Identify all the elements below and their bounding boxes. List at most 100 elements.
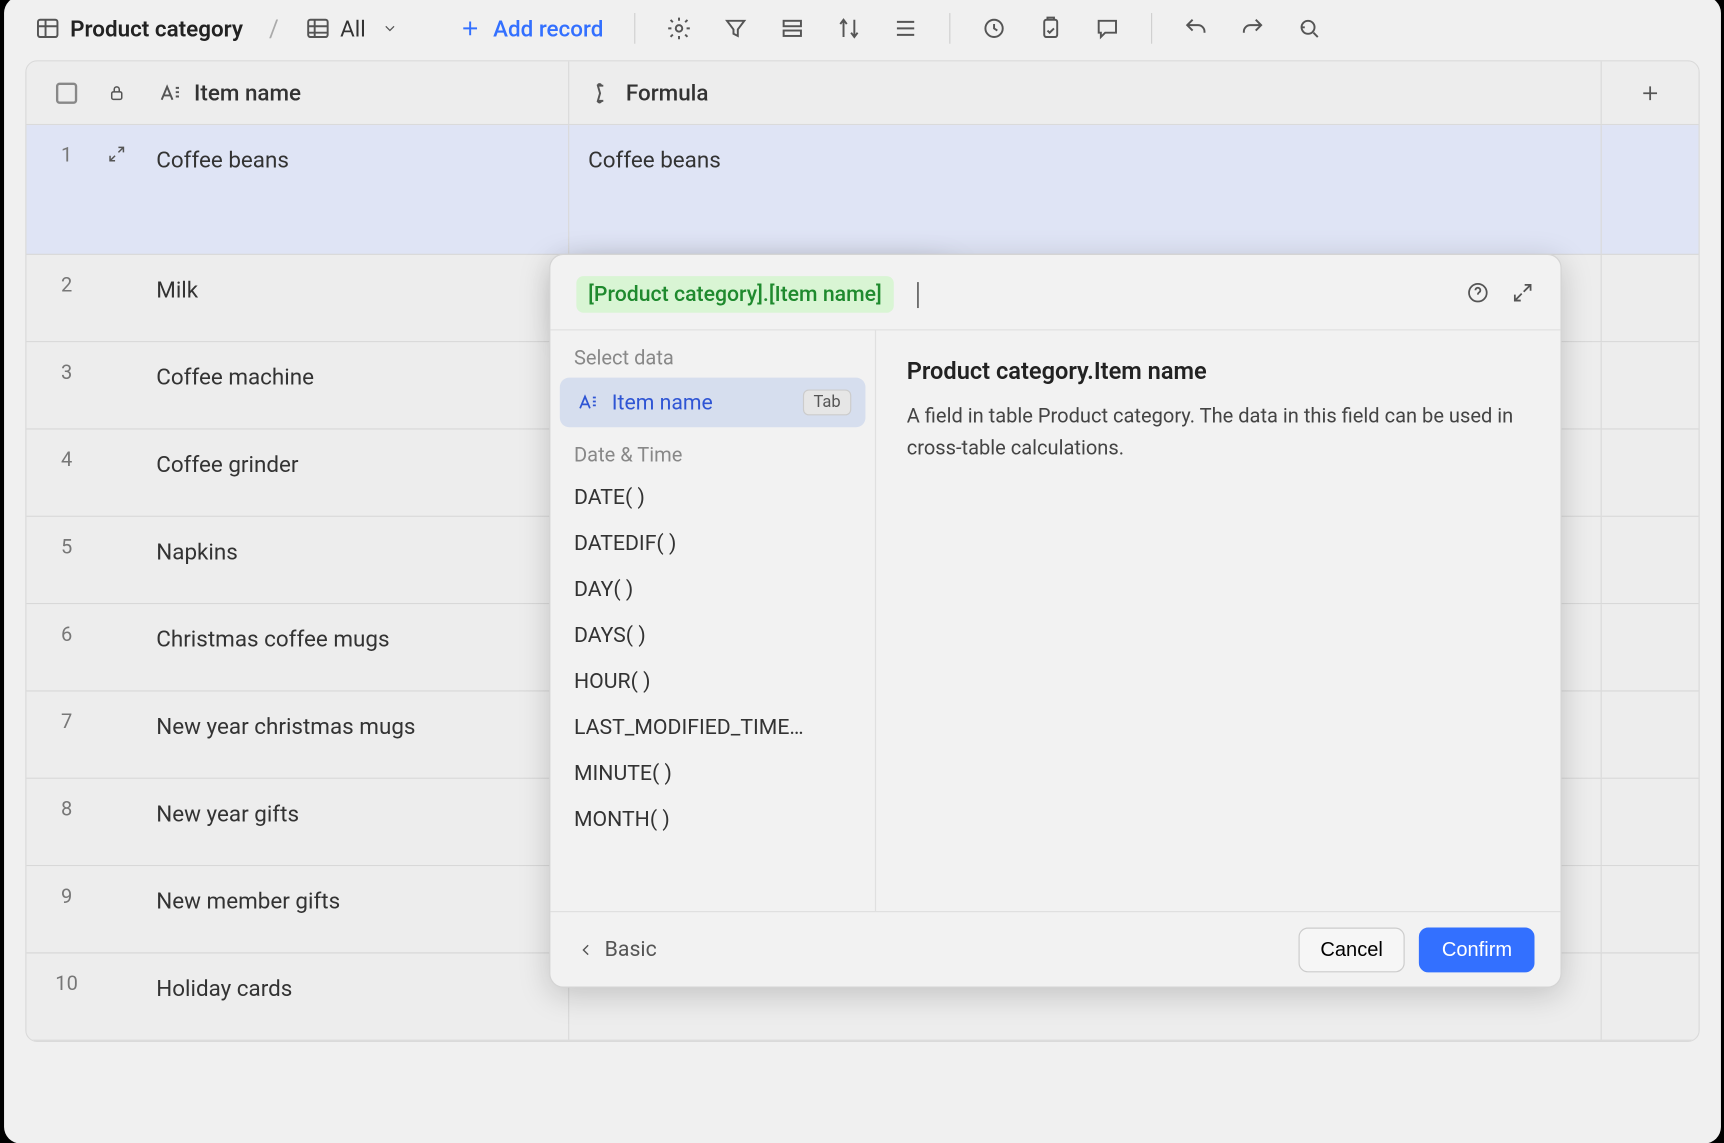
expand-row-button: [106, 255, 156, 341]
breadcrumb-separator: /: [264, 14, 283, 42]
cell-item-name[interactable]: Coffee machine: [156, 342, 569, 428]
add-column-button[interactable]: [1601, 61, 1698, 124]
formula-picker-list[interactable]: Select data Item name Tab Date & Time DA…: [550, 330, 876, 911]
cell-spacer: [1601, 779, 1698, 865]
filter-button[interactable]: [713, 8, 758, 48]
cell-spacer: [1601, 342, 1698, 428]
formula-input-row: [Product category].[Item name]: [550, 255, 1560, 329]
expand-icon: [106, 144, 126, 164]
gear-icon: [665, 15, 691, 41]
cancel-button[interactable]: Cancel: [1297, 927, 1404, 972]
lock-indicator: [106, 61, 156, 124]
filter-icon: [722, 15, 748, 41]
settings-button[interactable]: [656, 8, 701, 48]
picker-item-function[interactable]: DAY( ): [550, 566, 875, 612]
expand-row-button: [106, 779, 156, 865]
row-height-button[interactable]: [883, 8, 928, 48]
text-cursor: [917, 281, 918, 307]
toolbar-divider: [949, 13, 950, 44]
table-title: Product category: [70, 15, 243, 42]
chevron-down-icon: [377, 15, 403, 41]
view-label: All: [340, 15, 366, 42]
row-height-icon: [892, 15, 918, 41]
cell-item-name[interactable]: Napkins: [156, 517, 569, 603]
cell-item-name[interactable]: New year gifts: [156, 779, 569, 865]
cell-spacer: [1601, 255, 1698, 341]
select-all-cell[interactable]: [26, 61, 106, 124]
cell-spacer: [1601, 125, 1698, 254]
cell-item-name[interactable]: Christmas coffee mugs: [156, 604, 569, 690]
expand-button[interactable]: [1510, 280, 1534, 308]
expand-row-button: [106, 954, 156, 1040]
formula-detail-panel: Product category.Item name A field in ta…: [876, 330, 1560, 911]
help-button[interactable]: [1466, 280, 1490, 308]
reminder-button[interactable]: [971, 8, 1016, 48]
expand-row-button[interactable]: [106, 125, 156, 254]
row-number: 6: [26, 604, 106, 690]
column-header-item-name[interactable]: Item name: [156, 61, 569, 124]
cell-item-name[interactable]: Holiday cards: [156, 954, 569, 1040]
clipboard-button[interactable]: [1028, 8, 1073, 48]
expand-row-button: [106, 604, 156, 690]
undo-button[interactable]: [1173, 8, 1218, 48]
row-number: 5: [26, 517, 106, 603]
picker-item-function[interactable]: HOUR( ): [550, 659, 875, 705]
view-selector[interactable]: All: [295, 8, 413, 49]
comment-button[interactable]: [1084, 8, 1129, 48]
table-row[interactable]: 1 Coffee beans Coffee beans: [26, 125, 1698, 255]
cell-formula[interactable]: Coffee beans: [569, 125, 1602, 254]
sort-button[interactable]: [826, 8, 871, 48]
expand-row-button: [106, 517, 156, 603]
group-icon: [779, 15, 805, 41]
formula-token-chip[interactable]: [Product category].[Item name]: [576, 276, 893, 313]
grid-view-icon: [304, 15, 330, 41]
back-to-basic-button[interactable]: Basic: [576, 937, 656, 962]
picker-item-function[interactable]: DATEDIF( ): [550, 520, 875, 566]
picker-item-label: Item name: [611, 390, 712, 415]
row-number: 4: [26, 430, 106, 516]
picker-item-function[interactable]: DAYS( ): [550, 612, 875, 658]
confirm-button[interactable]: Confirm: [1419, 927, 1534, 972]
row-number: 8: [26, 779, 106, 865]
cell-item-name[interactable]: Milk: [156, 255, 569, 341]
formula-token-text: [Product category].[Item name]: [588, 282, 882, 307]
expand-row-button: [106, 692, 156, 778]
checkbox-icon: [55, 82, 76, 103]
cell-item-name[interactable]: Coffee beans: [156, 125, 569, 254]
picker-item-function[interactable]: MONTH( ): [550, 797, 875, 843]
picker-item-function[interactable]: DATE( ): [550, 474, 875, 520]
column-header-formula[interactable]: Formula: [569, 61, 1602, 124]
expand-row-button: [106, 430, 156, 516]
tab-key-hint: Tab: [802, 389, 850, 415]
group-label-select-data: Select data: [550, 330, 875, 377]
undo-icon: [1182, 15, 1208, 41]
cell-item-name[interactable]: Coffee grinder: [156, 430, 569, 516]
cell-item-name[interactable]: New year christmas mugs: [156, 692, 569, 778]
formula-picker-body: Select data Item name Tab Date & Time DA…: [550, 329, 1560, 911]
search-button[interactable]: [1286, 8, 1331, 48]
app-window: Product category / All Add record: [4, 0, 1721, 1143]
cell-item-name[interactable]: New member gifts: [156, 866, 569, 952]
plus-icon: [1638, 81, 1662, 105]
table-header: Item name Formula: [26, 61, 1698, 125]
expand-row-button: [106, 342, 156, 428]
detail-title: Product category.Item name: [906, 356, 1529, 384]
picker-item-function[interactable]: MINUTE( ): [550, 751, 875, 797]
picker-item-function[interactable]: LAST_MODIFIED_TIME…: [550, 705, 875, 751]
column-label: Formula: [625, 79, 708, 106]
add-record-button[interactable]: Add record: [448, 8, 612, 49]
cell-spacer: [1601, 604, 1698, 690]
row-number: 9: [26, 866, 106, 952]
picker-item-item-name[interactable]: Item name Tab: [559, 378, 865, 428]
sort-icon: [835, 15, 861, 41]
row-number: 10: [26, 954, 106, 1040]
cell-spacer: [1601, 517, 1698, 603]
comment-icon: [1094, 15, 1120, 41]
add-record-label: Add record: [493, 15, 603, 42]
clipboard-icon: [1037, 15, 1063, 41]
column-label: Item name: [194, 79, 301, 106]
redo-button[interactable]: [1229, 8, 1274, 48]
table-title-button[interactable]: Product category: [25, 8, 252, 49]
group-button[interactable]: [769, 8, 814, 48]
text-field-icon: [156, 80, 182, 106]
